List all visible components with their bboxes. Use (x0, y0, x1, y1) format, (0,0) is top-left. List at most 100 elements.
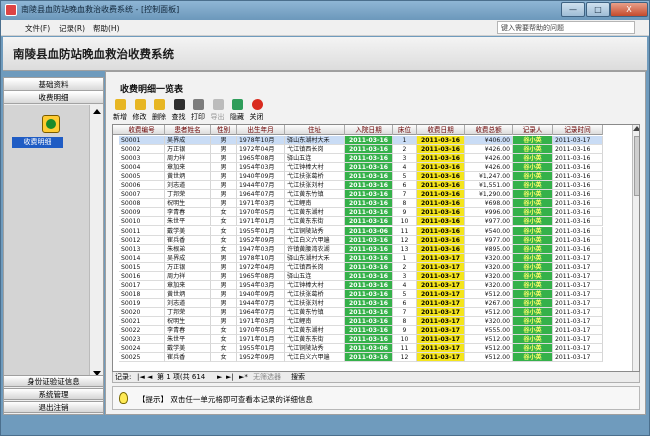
table-row[interactable]: S0016 周力祥男 1965年08月 驿山五连 2011-03-16 3 2011-03-… (113, 271, 603, 281)
table-cell[interactable]: 1978年10月 (237, 253, 285, 263)
table-cell[interactable]: 2011-03-17 (553, 298, 603, 308)
table-cell[interactable]: 2011-03-17 (417, 271, 465, 281)
table-cell[interactable]: 男 (211, 163, 237, 173)
table-cell[interactable]: 2011-03-17 (553, 326, 603, 336)
table-row[interactable]: S0014 吴界成男 1978年10月 驿山东湖村大禾 2011-03-16 1 2011-… (113, 253, 603, 263)
table-cell[interactable]: 祝明生 (165, 199, 211, 209)
table-cell[interactable]: 朱世平 (165, 335, 211, 345)
table-cell[interactable]: 驿山五连 (285, 154, 345, 164)
table-cell[interactable]: S0012 (119, 235, 165, 245)
table-cell[interactable]: 2011-03-16 (553, 235, 603, 245)
table-cell[interactable]: 1 (393, 253, 417, 263)
table-cell[interactable]: ¥406.00 (465, 136, 513, 146)
table-cell[interactable]: 2011-03-17 (553, 307, 603, 317)
nav-item-fee-detail[interactable]: 收费明细 (12, 137, 63, 148)
table-cell[interactable]: 男 (211, 199, 237, 209)
table-cell[interactable]: 谷小英 (513, 344, 553, 354)
table-cell[interactable]: 2011-03-17 (417, 326, 465, 336)
table-cell[interactable]: 1965年08月 (237, 154, 285, 164)
table-cell[interactable]: 谷小英 (513, 353, 553, 363)
column-header[interactable]: 入院日期 (345, 125, 393, 135)
toolbar-button-7[interactable]: 关闭 (247, 98, 267, 123)
table-cell[interactable]: 李青春 (165, 208, 211, 218)
table-cell[interactable]: 2011-03-16 (417, 172, 465, 182)
table-cell[interactable]: 11 (393, 344, 417, 354)
table-cell[interactable]: ¥977.00 (465, 217, 513, 227)
table-row[interactable]: S0018 黄世炳男 1940年09月 弋江扶张葛桥 2011-03-16 5 2011-0… (113, 289, 603, 299)
table-scroll-up-icon[interactable] (633, 126, 639, 131)
table-cell[interactable]: 1940年09月 (237, 172, 285, 182)
table-cell[interactable]: 祝明生 (165, 317, 211, 327)
table-cell[interactable]: 朱世平 (165, 217, 211, 227)
table-cell[interactable]: 2011-03-16 (345, 335, 393, 345)
table-cell[interactable]: S0025 (119, 353, 165, 363)
table-cell[interactable]: 1947年03月 (237, 244, 285, 254)
table-cell[interactable]: 谷小英 (513, 335, 553, 345)
table-row[interactable]: S0013 朱根弟女 1947年03月 许镇黄腰湾农湖 2011-03-16 13 2011… (113, 244, 603, 254)
table-cell[interactable]: 谷小英 (513, 244, 553, 254)
table-cell[interactable]: 2011-03-16 (345, 326, 393, 336)
table-cell[interactable]: 1965年08月 (237, 271, 285, 281)
table-cell[interactable]: 女 (211, 326, 237, 336)
table-cell[interactable]: 女 (211, 335, 237, 345)
table-cell[interactable]: 2011-03-16 (345, 307, 393, 317)
table-cell[interactable]: 弋江扶张刘村 (285, 298, 345, 308)
table-cell[interactable]: 刘志道 (165, 298, 211, 308)
table-cell[interactable]: 2011-03-17 (417, 335, 465, 345)
table-cell[interactable]: 弋江黄东东街 (285, 217, 345, 227)
table-cell[interactable]: 2011-03-16 (553, 190, 603, 200)
table-cell[interactable]: S0017 (119, 280, 165, 290)
table-cell[interactable]: ¥426.00 (465, 154, 513, 164)
table-cell[interactable]: 2011-03-17 (417, 307, 465, 317)
table-cell[interactable]: 2011-03-16 (345, 271, 393, 281)
table-cell[interactable]: 6 (393, 298, 417, 308)
column-header[interactable]: 记录人 (513, 125, 553, 135)
table-cell[interactable]: 2011-03-16 (345, 199, 393, 209)
table-cell[interactable]: 2011-03-16 (417, 226, 465, 236)
table-cell[interactable]: 2011-03-16 (417, 154, 465, 164)
table-cell[interactable]: 7 (393, 307, 417, 317)
table-cell[interactable]: 谷小英 (513, 208, 553, 218)
table-row[interactable]: S0009 李青春女 1970年05月 弋江黄东湖村 2011-03-16 9 2011-0… (113, 208, 603, 218)
table-cell[interactable]: ¥540.00 (465, 226, 513, 236)
column-header[interactable]: 患者姓名 (165, 125, 211, 135)
table-cell[interactable]: 8 (393, 199, 417, 209)
table-cell[interactable]: 黄世炳 (165, 172, 211, 182)
table-cell[interactable]: 2011-03-06 (345, 344, 393, 354)
table-cell[interactable]: 2011-03-17 (417, 280, 465, 290)
table-cell[interactable]: 2011-03-16 (553, 199, 603, 209)
table-cell[interactable]: 弋江鲤南 (285, 199, 345, 209)
table-row[interactable]: S0019 刘志道男 1944年07月 弋江扶张刘村 2011-03-16 6 2011-0… (113, 298, 603, 308)
table-cell[interactable]: 2011-03-16 (417, 163, 465, 173)
table-cell[interactable]: 谷小英 (513, 163, 553, 173)
table-cell[interactable]: 戴学美 (165, 344, 211, 354)
table-cell[interactable]: ¥698.00 (465, 199, 513, 209)
table-cell[interactable]: ¥1,247.00 (465, 172, 513, 182)
table-cell[interactable]: ¥426.00 (465, 145, 513, 155)
column-header[interactable]: 收费编号 (119, 125, 165, 135)
table-cell[interactable]: 男 (211, 289, 237, 299)
last-record-icon[interactable]: ►| (226, 372, 234, 382)
table-cell[interactable]: 2011-03-06 (345, 226, 393, 236)
table-cell[interactable]: 2011-03-17 (553, 289, 603, 299)
table-cell[interactable]: 谷小英 (513, 262, 553, 272)
first-record-icon[interactable]: |◄ (137, 372, 145, 382)
table-cell[interactable]: 弋江黄东湖村 (285, 208, 345, 218)
table-cell[interactable]: S0006 (119, 181, 165, 191)
table-cell[interactable]: 5 (393, 172, 417, 182)
table-cell[interactable]: 男 (211, 172, 237, 182)
table-cell[interactable]: ¥320.00 (465, 253, 513, 263)
table-cell[interactable]: 9 (393, 326, 417, 336)
table-cell[interactable]: 2011-03-16 (417, 190, 465, 200)
table-cell[interactable]: 2011-03-17 (417, 298, 465, 308)
table-cell[interactable]: 2011-03-16 (417, 235, 465, 245)
table-cell[interactable]: ¥512.00 (465, 289, 513, 299)
table-cell[interactable]: 弋江黄东东街 (285, 335, 345, 345)
table-cell[interactable]: ¥996.00 (465, 208, 513, 218)
table-cell[interactable]: 1971年01月 (237, 217, 285, 227)
table-cell[interactable]: 谷小英 (513, 181, 553, 191)
table-row[interactable]: S0024 戴学美女 1955年01月 弋江铜陵站秀 2011-03-06 11 2011-… (113, 344, 603, 354)
table-cell[interactable]: 丁邦荣 (165, 307, 211, 317)
table-cell[interactable]: S0005 (119, 172, 165, 182)
table-cell[interactable]: 12 (393, 235, 417, 245)
